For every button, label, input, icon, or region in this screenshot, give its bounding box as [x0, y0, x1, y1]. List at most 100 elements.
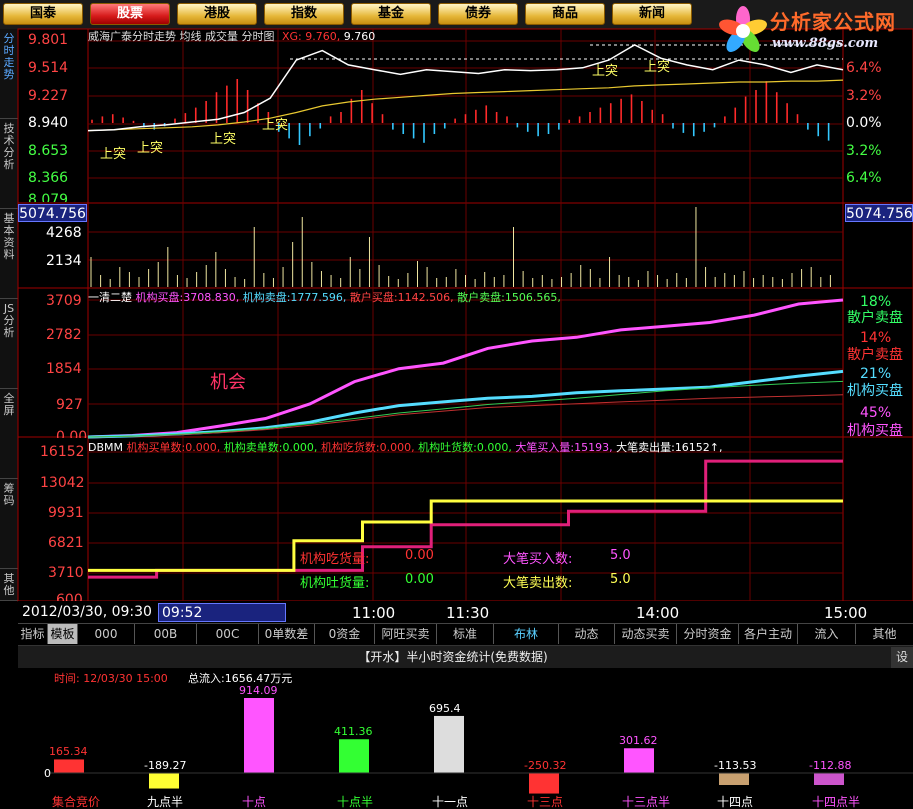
price-tick-6: 8.366 [28, 170, 69, 186]
price-tick-4: 8.940 [28, 115, 69, 131]
flow-header-value: 1506.565, [504, 291, 561, 304]
capital-bar [434, 715, 464, 773]
dbmm-tick-2: 13042 [40, 475, 85, 491]
pct-tick-4: 3.2% [846, 143, 882, 159]
price-tick-5: 8.653 [28, 143, 69, 159]
capital-bar-category: 十四点半 [812, 795, 861, 809]
capital-bar-category: 十三点 [527, 795, 564, 809]
tab-other[interactable]: 其他 [856, 624, 913, 644]
cursor-time-box[interactable]: 09:52 [158, 603, 286, 622]
flow-header-label: 机构买盘: [135, 291, 184, 304]
tab-awang-trade[interactable]: 阿旺买卖 [375, 624, 437, 644]
flow-header-prefix: 一清二楚 [88, 291, 132, 304]
dbmm-header-value: 0.000, [476, 441, 512, 454]
capital-bar [814, 773, 844, 785]
flow-legend-pct: 45% [860, 405, 892, 421]
volume-box-right: 5074.756 [845, 204, 913, 222]
flow-legend-label: 机构买盘 [847, 383, 903, 399]
dbmm-tick-5: 3710 [48, 565, 84, 581]
dbmm-header-value: 15193, [574, 441, 613, 454]
volume-tick-1: 4268 [46, 225, 82, 241]
signal-label: 上突 [644, 60, 671, 75]
dbmm-header-label: 机构吃货数: [320, 441, 380, 454]
flow-panel-header: 一清二楚 机构买盘:3708.830, 机构卖盘:1777.596, 散户买盘:… [88, 289, 561, 305]
capital-bar-value: 914.09 [239, 684, 278, 697]
capital-caption-bar: 【开水】半小时资金统计(免费数据) 设 [18, 645, 913, 668]
pct-tick-2: 3.2% [846, 88, 882, 104]
capital-bar-category: 十一点 [432, 795, 469, 809]
price-panel-title: 威海广泰分时走势 均线 成交量 分时图 XG: 9.760, 9.760 [88, 28, 375, 44]
tab-00c[interactable]: 00C [197, 624, 259, 644]
tab-active-trade[interactable]: 各户主动 [739, 624, 798, 644]
capital-bar-category: 十四点 [717, 795, 754, 809]
tab-bollinger[interactable]: 布林 [494, 624, 559, 644]
indicator-tab-bar: 指标 模板 000 00B 00C 0单数差 0资金 阿旺买卖 标准 布林 动态… [18, 623, 913, 644]
flow-header-value: 1777.596, [290, 291, 347, 304]
capital-time-label: 时间: 12/03/30 15:00 [54, 672, 168, 685]
signal-label: 上突 [210, 132, 237, 147]
flow-tick-3: 1854 [46, 361, 82, 377]
dbmm-tick-1: 16152 [40, 444, 85, 460]
time-tick: 15:00 [824, 604, 868, 622]
capital-bar-category: 十三点半 [622, 795, 671, 809]
dbmm-stat-value: 0.00 [405, 548, 434, 563]
flow-header-value: 3708.830, [183, 291, 240, 304]
tab-dynamic-trade[interactable]: 动态买卖 [615, 624, 677, 644]
dbmm-header-prefix: DBMM [88, 441, 123, 454]
capital-bar [149, 773, 179, 789]
capital-bar-category: 集合竞价 [52, 795, 101, 809]
capital-panel-title: 【开水】半小时资金统计(免费数据) [358, 650, 548, 664]
dbmm-stat-value: 5.0 [610, 572, 631, 587]
price-title-text: 威海广泰分时走势 均线 成交量 分时图 [88, 30, 275, 43]
capital-bar [339, 739, 369, 773]
capital-bar-value: -113.53 [714, 759, 757, 772]
dbmm-stat-value: 0.00 [405, 572, 434, 587]
flow-header-label: 机构卖盘: [242, 291, 291, 304]
tab-intraday-capital[interactable]: 分时资金 [677, 624, 739, 644]
flow-annotation: 机会 [210, 372, 246, 393]
dbmm-stat-label: 大笔卖出数: [503, 576, 573, 591]
volume-tick-2: 2134 [46, 253, 82, 269]
price-tick-2: 9.514 [28, 60, 69, 76]
pct-tick-3: 0.0% [846, 115, 882, 131]
dbmm-header-label: 大笔卖出量: [616, 441, 675, 454]
capital-bar [719, 773, 749, 785]
capital-bar-value: 695.4 [429, 701, 461, 715]
tab-indicators[interactable]: 指标 [18, 624, 48, 644]
dbmm-header-value: 0.000, [379, 441, 415, 454]
dbmm-header-value: 0.000, [282, 441, 318, 454]
time-tick: 14:00 [636, 604, 680, 622]
price-tick-3: 9.227 [28, 88, 69, 104]
signal-label: 上突 [100, 147, 127, 162]
dbmm-header-label: 大笔买入量: [515, 441, 575, 454]
signal-label: 上突 [262, 118, 289, 133]
capital-bar-value: 411.36 [334, 725, 373, 739]
dbmm-header-label: 机构卖单数: [223, 441, 283, 454]
tab-standard[interactable]: 标准 [437, 624, 494, 644]
dbmm-tick-3: 9931 [48, 505, 84, 521]
tab-00b[interactable]: 00B [135, 624, 197, 644]
tab-order-diff[interactable]: 0单数差 [259, 624, 315, 644]
datetime-label: 2012/03/30, 09:30 [22, 604, 152, 620]
flow-header-value: 1142.506, [397, 291, 454, 304]
tab-000[interactable]: 000 [78, 624, 135, 644]
flow-header-label: 散户买盘: [349, 291, 398, 304]
dbmm-stat-label: 大笔买入数: [503, 552, 573, 567]
flow-header-label: 散户卖盘: [457, 291, 505, 304]
tab-templates[interactable]: 模板 [48, 624, 78, 644]
capital-bar [54, 759, 84, 773]
dbmm-stat-label: 机构吐货量: [300, 576, 370, 591]
signal-label: 上突 [592, 64, 619, 79]
tab-dynamic[interactable]: 动态 [559, 624, 615, 644]
flow-legend-label: 散户卖盘 [847, 310, 903, 326]
tab-capital[interactable]: 0资金 [315, 624, 375, 644]
dbmm-panel-header: DBMM 机构买单数:0.000, 机构卖单数:0.000, 机构吃货数:0.0… [88, 439, 723, 455]
flow-tick-5: 0.00 [56, 430, 88, 438]
capital-bar [529, 773, 559, 794]
tab-inflow[interactable]: 流入 [798, 624, 856, 644]
dbmm-stat-label: 机构吃货量: [300, 552, 370, 567]
settings-button[interactable]: 设 [891, 647, 913, 668]
capital-zero-label: 0 [44, 767, 51, 780]
capital-bar-category: 九点半 [147, 795, 184, 809]
capital-bar-category: 十点半 [337, 795, 374, 809]
